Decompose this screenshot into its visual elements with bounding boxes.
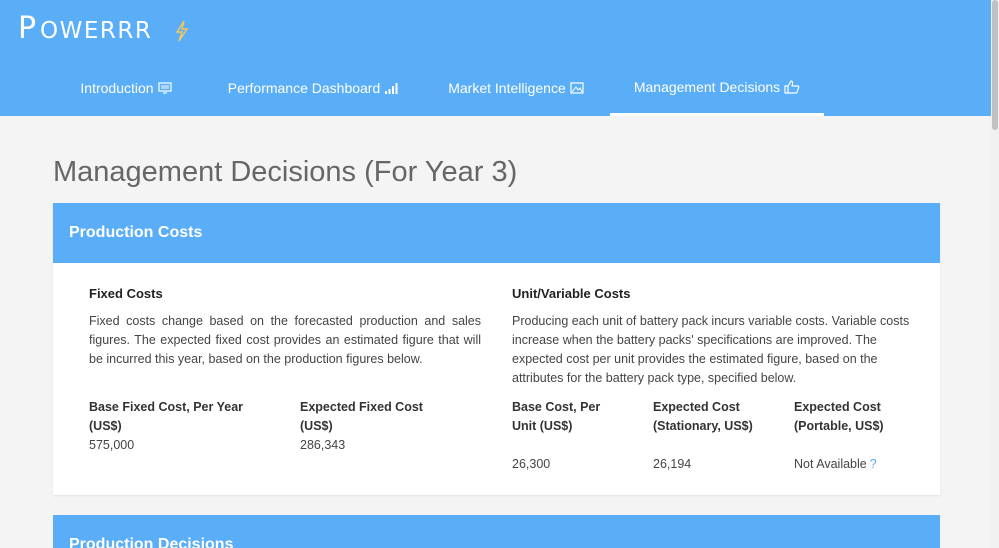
- variable-costs-title: Unit/Variable Costs: [512, 286, 631, 301]
- production-decisions-panel: Production Decisions: [53, 515, 940, 548]
- fixed-costs-title: Fixed Costs: [89, 286, 163, 301]
- page-scrollbar[interactable]: [991, 0, 999, 548]
- monitor-icon: [157, 82, 172, 94]
- expected-fixed-cost-value: 286,343: [300, 438, 346, 452]
- expected-fixed-cost-label: Expected Fixed Cost (US$): [300, 400, 423, 433]
- top-navbar: P OWERRR Introduction Performance Dashbo…: [0, 0, 991, 116]
- svg-text:OWERRR: OWERRR: [40, 18, 152, 42]
- help-icon[interactable]: ?: [870, 457, 877, 471]
- expected-cost-portable-value: Not Available?: [794, 457, 877, 471]
- page-title: Management Decisions (For Year 3): [53, 156, 518, 188]
- tab-label: Management Decisions: [633, 78, 781, 95]
- panel-header: Production Costs: [53, 203, 940, 263]
- main-nav: Introduction Performance Dashboard Marke…: [0, 60, 991, 116]
- tab-introduction[interactable]: Introduction: [52, 60, 200, 116]
- scrollbar-thumb[interactable]: [992, 0, 998, 130]
- variable-costs-description: Producing each unit of battery pack incu…: [512, 314, 910, 385]
- expected-cost-stationary-label: Expected Cost (Stationary, US$): [653, 400, 753, 433]
- base-cost-per-unit-value: 26,300: [512, 457, 551, 471]
- lightning-bolt-icon: [175, 20, 189, 42]
- tab-label: Introduction: [80, 80, 154, 96]
- thumbs-up-icon: [784, 79, 800, 94]
- tab-market-intelligence[interactable]: Market Intelligence: [434, 60, 598, 116]
- production-costs-panel: Production Costs Fixed Costs Fixed costs…: [53, 203, 940, 495]
- expected-cost-portable-text: Not Available: [794, 457, 867, 471]
- fixed-costs-description: Fixed costs change based on the forecast…: [89, 314, 481, 366]
- brand-wordmark: P OWERRR: [18, 12, 152, 42]
- tab-performance-dashboard[interactable]: Performance Dashboard: [214, 60, 412, 116]
- base-fixed-cost-value: 575,000: [89, 438, 135, 452]
- svg-text:P: P: [18, 12, 37, 42]
- expected-cost-stationary-value: 26,194: [653, 457, 692, 471]
- brand-logo[interactable]: P OWERRR: [18, 12, 190, 42]
- tab-management-decisions[interactable]: Management Decisions: [610, 60, 824, 116]
- tab-label: Performance Dashboard: [227, 80, 381, 96]
- expected-cost-portable-label: Expected Cost (Portable, US$): [794, 400, 884, 433]
- picture-icon: [570, 82, 584, 94]
- base-cost-per-unit-label: Base Cost, Per Unit (US$): [512, 400, 601, 433]
- base-fixed-cost-label: Base Fixed Cost, Per Year (US$): [89, 400, 244, 433]
- signal-bars-icon: [385, 83, 398, 94]
- tab-label: Market Intelligence: [448, 80, 566, 96]
- panel-header: Production Decisions: [69, 536, 234, 548]
